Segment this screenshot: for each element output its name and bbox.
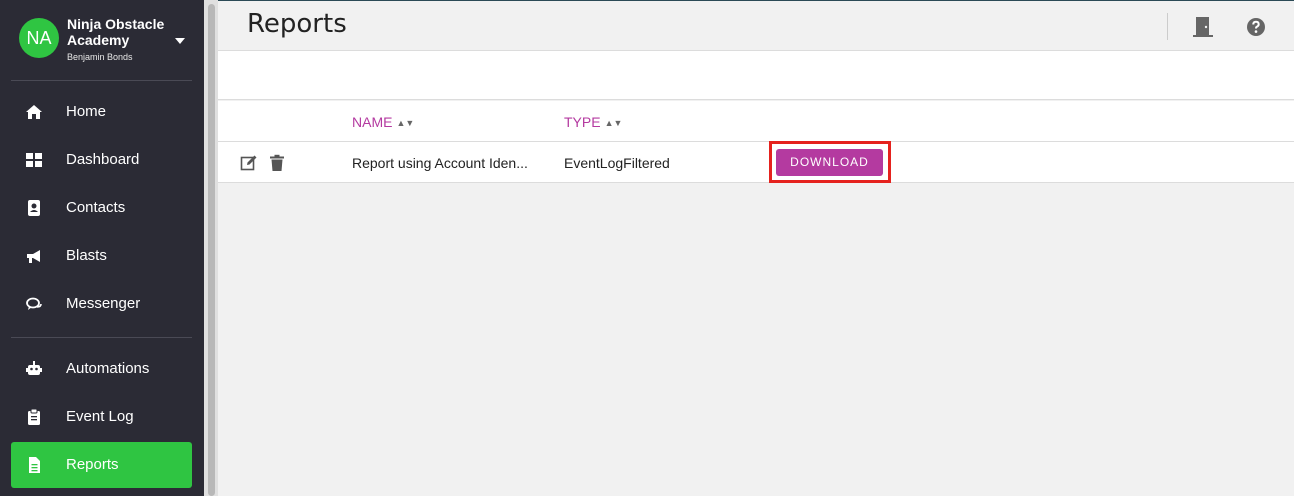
sort-icon[interactable]: ▲▼ [396, 118, 414, 128]
report-type: EventLogFiltered [564, 155, 670, 171]
divider [11, 337, 192, 338]
megaphone-icon [27, 250, 40, 263]
sidebar-item-label: Blasts [66, 247, 107, 264]
table-row: Report using Account Iden... EventLogFil… [218, 142, 1294, 183]
contacts-icon [28, 200, 40, 216]
sidebar-item-dashboard[interactable]: Dashboard [11, 137, 192, 183]
table-header: NAME ▲▼ TYPE ▲▼ [218, 101, 1294, 142]
edit-icon[interactable] [240, 154, 258, 172]
org-name: Ninja Obstacle Academy [67, 16, 165, 48]
sort-icon[interactable]: ▲▼ [605, 118, 623, 128]
scrollbar-thumb[interactable] [208, 4, 215, 496]
sidebar-item-reports[interactable]: Reports [11, 442, 192, 488]
sidebar-item-label: Event Log [66, 408, 134, 425]
column-header-name[interactable]: NAME ▲▼ [352, 114, 414, 130]
home-icon [26, 105, 42, 119]
user-name: Benjamin Bonds [67, 52, 133, 62]
sidebar-item-blasts[interactable]: Blasts [11, 233, 192, 279]
sidebar-item-label: Reports [66, 456, 119, 473]
caret-down-icon[interactable] [175, 38, 185, 44]
clipboard-icon [28, 408, 40, 425]
org-avatar: NA [19, 18, 59, 58]
sidebar-item-label: Messenger [66, 295, 141, 312]
toolbar-area [218, 50, 1294, 100]
sidebar-item-home[interactable]: Home [11, 89, 192, 135]
help-icon[interactable] [1244, 15, 1268, 39]
sidebar-item-event-log[interactable]: Event Log [11, 394, 192, 440]
robot-icon [26, 361, 42, 375]
sidebar-item-messenger[interactable]: Messenger [11, 281, 192, 327]
org-switcher[interactable]: NA Ninja Obstacle Academy Benjamin Bonds [0, 0, 204, 80]
sidebar-item-contacts[interactable]: Contacts [11, 185, 192, 231]
column-header-type[interactable]: TYPE ▲▼ [564, 114, 622, 130]
highlight-box [769, 141, 891, 183]
dashboard-icon [26, 153, 42, 167]
sidebar-item-label: Contacts [66, 199, 126, 216]
chat-icon [26, 297, 42, 310]
divider [11, 80, 192, 81]
trash-icon[interactable] [268, 154, 286, 172]
sidebar: NA Ninja Obstacle Academy Benjamin Bonds… [0, 0, 204, 496]
header-bar: Reports [218, 0, 1294, 50]
main-content: Reports NAME ▲▼ TYPE ▲▼ Report using Accou… [218, 0, 1294, 496]
divider [1167, 13, 1168, 40]
sidebar-scrollbar[interactable] [204, 0, 218, 496]
sidebar-item-label: Dashboard [66, 151, 140, 168]
sidebar-item-automations[interactable]: Automations [11, 346, 192, 392]
reports-table: NAME ▲▼ TYPE ▲▼ Report using Account Iden.… [218, 101, 1294, 183]
report-icon [29, 457, 40, 473]
page-title: Reports [247, 9, 347, 39]
sidebar-item-label: Home [66, 103, 107, 120]
sidebar-item-label: Automations [66, 360, 150, 377]
report-name: Report using Account Iden... [352, 155, 528, 171]
exit-door-icon[interactable] [1191, 15, 1215, 39]
